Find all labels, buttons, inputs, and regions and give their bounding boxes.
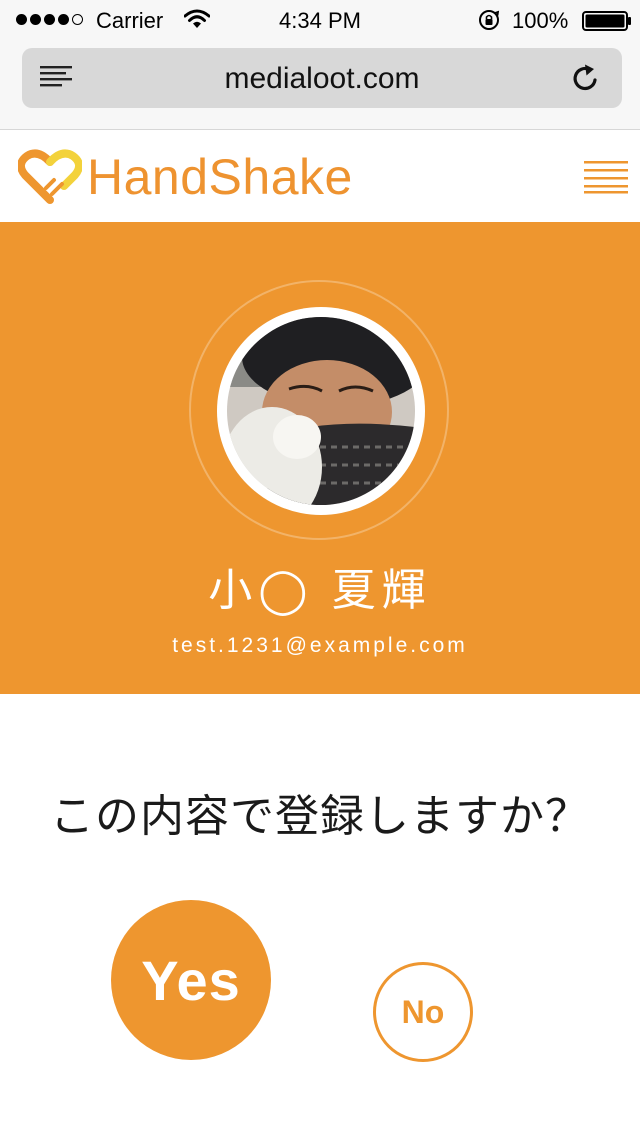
handshake-logo-icon[interactable] [18,146,82,206]
profile-email: test.1231@example.com [172,634,468,657]
reload-icon[interactable] [570,62,602,94]
confirmation-question: この内容で登録しますか？ [50,792,590,841]
avatar [217,307,425,515]
status-bar: Carrier 4:34 PM 100% [0,0,640,40]
yes-button[interactable]: Yes [111,900,271,1060]
rotation-lock-icon [479,10,500,30]
battery-percentage: 100% [512,8,569,33]
hamburger-menu-icon[interactable] [584,160,628,194]
logo-text[interactable]: HandShake [87,148,353,206]
profile-name: 小◯ 夏輝 [208,566,432,615]
battery-icon [582,11,631,31]
url-text[interactable]: medialoot.com [22,62,622,96]
app-header: HandShake [0,130,640,222]
no-button[interactable]: No [373,962,473,1062]
browser-toolbar: medialoot.com [0,40,640,130]
avatar-photo [227,317,415,505]
profile-hero: 小◯ 夏輝 test.1231@example.com [0,222,640,694]
address-bar[interactable]: medialoot.com [22,48,622,108]
